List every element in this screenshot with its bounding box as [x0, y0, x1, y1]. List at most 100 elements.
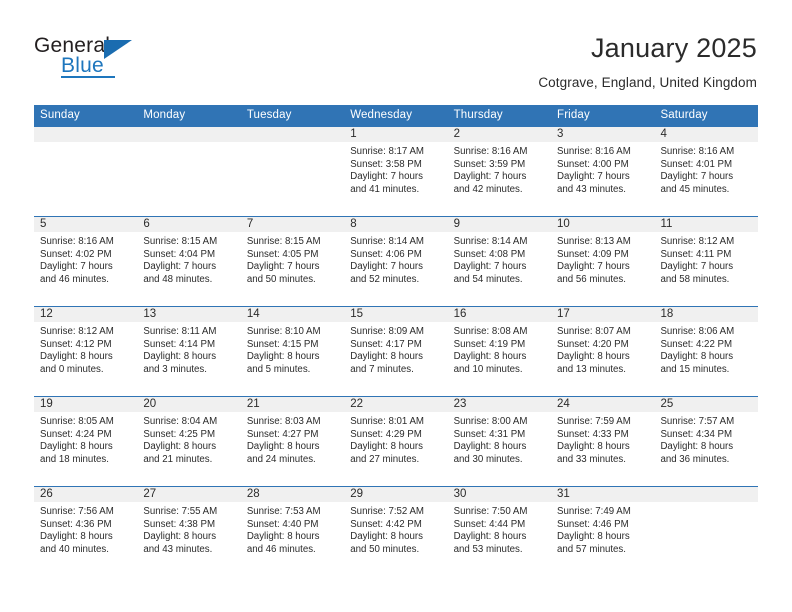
- calendar-day-cell[interactable]: 8 Sunrise: 8:14 AM Sunset: 4:06 PM Daylight…: [344, 216, 448, 306]
- daylight-text-line2: and 36 minutes.: [660, 453, 730, 465]
- daylight-text-line1: Daylight: 7 hours: [350, 261, 423, 273]
- daylight-text-line1: Daylight: 8 hours: [557, 351, 630, 363]
- sunset-text: Sunset: 4:24 PM: [40, 428, 112, 440]
- calendar-day-cell[interactable]: 25 Sunrise: 7:57 AM Sunset: 4:34 PM Dayligh…: [654, 396, 758, 486]
- calendar-day-cell[interactable]: 6 Sunrise: 8:15 AM Sunset: 4:04 PM Daylight…: [137, 216, 241, 306]
- day-details: Sunrise: 8:09 AM Sunset: 4:17 PM Daylight:…: [344, 322, 447, 376]
- daylight-text-line1: Daylight: 7 hours: [557, 261, 630, 273]
- day-details: Sunrise: 8:03 AM Sunset: 4:27 PM Daylight:…: [241, 412, 344, 466]
- sunrise-text: Sunrise: 8:13 AM: [557, 236, 631, 247]
- logo-text-blue: Blue: [61, 54, 104, 77]
- calendar-day-cell[interactable]: 17 Sunrise: 8:07 AM Sunset: 4:20 PM Dayligh…: [551, 306, 655, 396]
- daylight-text-line2: and 40 minutes.: [40, 543, 109, 555]
- sunrise-text: Sunrise: 8:16 AM: [557, 146, 631, 157]
- daylight-text-line1: Daylight: 8 hours: [453, 351, 527, 363]
- calendar-day-cell[interactable]: 1 Sunrise: 8:17 AM Sunset: 3:58 PM Daylight…: [344, 126, 448, 216]
- daylight-text-line1: Daylight: 7 hours: [246, 261, 320, 273]
- calendar-day-cell[interactable]: 27 Sunrise: 7:55 AM Sunset: 4:38 PM Dayligh…: [137, 486, 241, 576]
- calendar-day-cell[interactable]: 5 Sunrise: 8:16 AM Sunset: 4:02 PM Daylight…: [34, 216, 138, 306]
- daylight-text-line2: and 45 minutes.: [660, 183, 730, 195]
- calendar-day-cell[interactable]: 26 Sunrise: 7:56 AM Sunset: 4:36 PM Dayligh…: [34, 486, 138, 576]
- calendar-day-cell[interactable]: 7 Sunrise: 8:15 AM Sunset: 4:05 PM Daylight…: [240, 216, 345, 306]
- day-details: Sunrise: 8:12 AM Sunset: 4:12 PM Daylight:…: [34, 322, 137, 376]
- daylight-text-line2: and 42 minutes.: [453, 183, 523, 195]
- sunset-text: Sunset: 4:06 PM: [350, 248, 422, 260]
- calendar-day-cell[interactable]: 29 Sunrise: 7:52 AM Sunset: 4:42 PM Dayligh…: [344, 486, 448, 576]
- day-details: Sunrise: 8:08 AM Sunset: 4:19 PM Daylight:…: [448, 322, 551, 376]
- sunset-text: Sunset: 4:29 PM: [350, 428, 422, 440]
- calendar-day-cell[interactable]: 31 Sunrise: 7:49 AM Sunset: 4:46 PM Dayligh…: [551, 486, 655, 576]
- sunset-text: Sunset: 3:58 PM: [350, 158, 422, 170]
- calendar-day-cell[interactable]: 19 Sunrise: 8:05 AM Sunset: 4:24 PM Dayligh…: [34, 396, 138, 486]
- day-number: [654, 487, 758, 502]
- calendar-day-cell[interactable]: 3 Sunrise: 8:16 AM Sunset: 4:00 PM Daylight…: [551, 126, 655, 216]
- day-details: Sunrise: 8:07 AM Sunset: 4:20 PM Daylight:…: [551, 322, 654, 376]
- weekday-header-tuesday: Tuesday: [246, 109, 292, 121]
- day-number: 21: [240, 397, 345, 412]
- calendar-day-cell[interactable]: 2 Sunrise: 8:16 AM Sunset: 3:59 PM Daylight…: [447, 126, 552, 216]
- sunset-text: Sunset: 4:11 PM: [660, 248, 732, 260]
- calendar-day-cell[interactable]: 18 Sunrise: 8:06 AM Sunset: 4:22 PM Dayligh…: [654, 306, 758, 396]
- daylight-text-line1: Daylight: 8 hours: [660, 441, 734, 453]
- sunset-text: Sunset: 4:09 PM: [557, 248, 629, 260]
- sunset-text: Sunset: 4:27 PM: [246, 428, 319, 440]
- sunset-text: Sunset: 4:38 PM: [143, 518, 216, 530]
- calendar-day-cell[interactable]: 13 Sunrise: 8:11 AM Sunset: 4:14 PM Dayligh…: [137, 306, 241, 396]
- calendar-day-cell[interactable]: 30 Sunrise: 7:50 AM Sunset: 4:44 PM Dayligh…: [447, 486, 552, 576]
- general-blue-logo[interactable]: General Blue: [34, 32, 154, 86]
- daylight-text-line2: and 13 minutes.: [557, 363, 626, 375]
- daylight-text-line1: Daylight: 8 hours: [40, 531, 113, 543]
- sunset-text: Sunset: 4:36 PM: [40, 518, 112, 530]
- sunset-text: Sunset: 4:08 PM: [453, 248, 526, 260]
- day-number: 22: [344, 397, 448, 412]
- daylight-text-line2: and 7 minutes.: [350, 363, 414, 375]
- daylight-text-line1: Daylight: 7 hours: [453, 261, 527, 273]
- calendar-day-cell[interactable]: 24 Sunrise: 7:59 AM Sunset: 4:33 PM Dayligh…: [551, 396, 655, 486]
- calendar-day-cell[interactable]: 16 Sunrise: 8:08 AM Sunset: 4:19 PM Dayligh…: [447, 306, 552, 396]
- sunset-text: Sunset: 4:01 PM: [660, 158, 733, 170]
- daylight-text-line2: and 57 minutes.: [557, 543, 626, 555]
- sunrise-text: Sunrise: 8:16 AM: [40, 236, 114, 247]
- calendar-day-cell[interactable]: 22 Sunrise: 8:01 AM Sunset: 4:29 PM Dayligh…: [344, 396, 448, 486]
- daylight-text-line1: Daylight: 7 hours: [40, 261, 113, 273]
- day-number: 30: [447, 487, 552, 502]
- calendar-day-cell[interactable]: 28 Sunrise: 7:53 AM Sunset: 4:40 PM Dayligh…: [240, 486, 345, 576]
- sunset-text: Sunset: 4:00 PM: [557, 158, 629, 170]
- calendar-day-cell[interactable]: 12 Sunrise: 8:12 AM Sunset: 4:12 PM Dayligh…: [34, 306, 138, 396]
- calendar-day-cell[interactable]: 10 Sunrise: 8:13 AM Sunset: 4:09 PM Dayligh…: [551, 216, 655, 306]
- calendar-day-cell[interactable]: 23 Sunrise: 8:00 AM Sunset: 4:31 PM Dayligh…: [447, 396, 552, 486]
- day-number: [34, 127, 138, 142]
- sunset-text: Sunset: 4:05 PM: [246, 248, 319, 260]
- calendar-day-cell[interactable]: 9 Sunrise: 8:14 AM Sunset: 4:08 PM Daylight…: [447, 216, 552, 306]
- weekday-header-saturday: Saturday: [660, 109, 708, 121]
- page-title: January 2025: [590, 33, 757, 63]
- daylight-text-line2: and 21 minutes.: [143, 453, 213, 465]
- day-details: Sunrise: 8:16 AM Sunset: 4:00 PM Daylight:…: [551, 142, 654, 196]
- day-details: Sunrise: 7:50 AM Sunset: 4:44 PM Daylight:…: [448, 502, 551, 556]
- triangle-flag-icon: [104, 40, 132, 59]
- daylight-text-line2: and 3 minutes.: [143, 363, 207, 375]
- day-number: 24: [551, 397, 655, 412]
- day-number: 10: [551, 217, 655, 232]
- day-number: 11: [654, 217, 758, 232]
- calendar-day-cell[interactable]: 11 Sunrise: 8:12 AM Sunset: 4:11 PM Dayligh…: [654, 216, 758, 306]
- calendar-day-cell[interactable]: 14 Sunrise: 8:10 AM Sunset: 4:15 PM Dayligh…: [240, 306, 345, 396]
- day-details: Sunrise: 7:57 AM Sunset: 4:34 PM Daylight:…: [654, 412, 757, 466]
- day-number: 26: [34, 487, 138, 502]
- sunset-text: Sunset: 4:17 PM: [350, 338, 422, 350]
- sunset-text: Sunset: 4:02 PM: [40, 248, 112, 260]
- sunrise-text: Sunrise: 7:53 AM: [246, 506, 321, 517]
- weekday-header-thursday: Thursday: [453, 109, 503, 121]
- daylight-text-line2: and 24 minutes.: [246, 453, 316, 465]
- day-details: Sunrise: 8:17 AM Sunset: 3:58 PM Daylight:…: [344, 142, 447, 196]
- daylight-text-line1: Daylight: 7 hours: [660, 261, 734, 273]
- daylight-text-line1: Daylight: 8 hours: [557, 441, 630, 453]
- sunrise-text: Sunrise: 7:59 AM: [557, 416, 631, 427]
- calendar-day-cell[interactable]: 21 Sunrise: 8:03 AM Sunset: 4:27 PM Dayligh…: [240, 396, 345, 486]
- calendar-day-cell[interactable]: 15 Sunrise: 8:09 AM Sunset: 4:17 PM Dayligh…: [344, 306, 448, 396]
- daylight-text-line1: Daylight: 8 hours: [143, 351, 217, 363]
- sunset-text: Sunset: 4:12 PM: [40, 338, 112, 350]
- calendar-day-cell[interactable]: 20 Sunrise: 8:04 AM Sunset: 4:25 PM Dayligh…: [137, 396, 241, 486]
- weekday-header-friday: Friday: [557, 109, 590, 121]
- calendar-day-cell[interactable]: 4 Sunrise: 8:16 AM Sunset: 4:01 PM Daylight…: [654, 126, 758, 216]
